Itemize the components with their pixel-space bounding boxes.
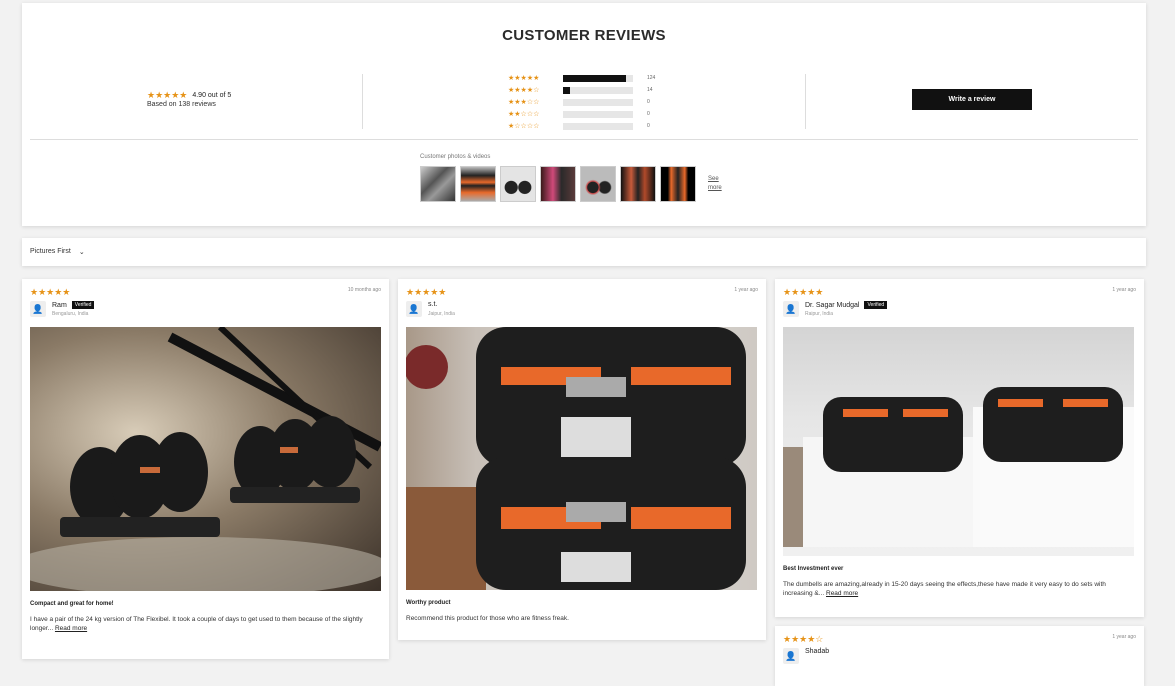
histogram-bar [563, 86, 633, 94]
photo-thumbnail[interactable] [540, 166, 576, 202]
sort-label: Pictures First [30, 248, 71, 255]
photo-thumbnail[interactable] [420, 166, 456, 202]
histogram-row[interactable]: ★★★★☆ 14 [508, 84, 655, 96]
user-icon: 👤 [30, 301, 46, 317]
review-card: ★★★★★ 10 months ago 👤 Ram Verified Bengal… [22, 279, 389, 659]
review-title: Best Investment ever [783, 566, 844, 572]
photo-thumbnail[interactable] [460, 166, 496, 202]
histogram-bar [563, 98, 633, 106]
customer-photos-label: Customer photos & videos [420, 154, 491, 160]
photo-thumbnail[interactable] [660, 166, 696, 202]
see-more-link[interactable]: See more [708, 175, 728, 193]
reviewer-location: Bengaluru, India [52, 311, 89, 317]
average-rating: ★★★★★ 4.90 out of 5 [147, 90, 231, 101]
chevron-down-icon: ⌄ [78, 249, 85, 256]
histogram-bar-fill [563, 86, 570, 94]
histogram-bar [563, 122, 633, 130]
photo-thumbnail[interactable] [620, 166, 656, 202]
histogram-stars: ★★★★☆ [508, 87, 540, 94]
review-stars: ★★★★★ [30, 287, 71, 297]
histogram-stars: ★★★☆☆ [508, 99, 540, 106]
read-more-link[interactable]: Read more [55, 625, 87, 632]
rating-histogram: ★★★★★ 124 ★★★★☆ 14 ★★★☆☆ 0 ★★☆☆☆ 0 ★☆☆☆☆… [508, 72, 655, 132]
page-title: CUSTOMER REVIEWS [502, 27, 666, 44]
histogram-count: 0 [647, 99, 650, 105]
reviewer-location: Raipur, India [805, 311, 834, 317]
histogram-bar-fill [563, 74, 626, 82]
review-date: 1 year ago [1112, 287, 1136, 293]
review-body: I have a pair of the 24 kg version of Th… [30, 615, 381, 633]
photo-thumbnail[interactable] [580, 166, 616, 202]
histogram-row[interactable]: ★★★☆☆ 0 [508, 96, 655, 108]
histogram-stars: ★☆☆☆☆ [508, 123, 540, 130]
histogram-count: 0 [647, 123, 650, 129]
sort-bar: Pictures First ⌄ [22, 238, 1146, 266]
divider [805, 74, 806, 129]
review-card: ★★★★☆ 1 year ago 👤 Shadab [775, 626, 1144, 686]
review-card: ★★★★★ 1 year ago 👤 Dr. Sagar Mudgal Verif… [775, 279, 1144, 617]
review-text: Recommend this product for those who are… [406, 615, 569, 622]
histogram-count: 124 [647, 75, 656, 81]
review-photo[interactable] [406, 327, 757, 590]
verified-badge: Verified [864, 301, 888, 309]
histogram-stars: ★★☆☆☆ [508, 111, 540, 118]
histogram-row[interactable]: ★☆☆☆☆ 0 [508, 120, 655, 132]
review-date: 1 year ago [734, 287, 758, 293]
read-more-link[interactable]: Read more [826, 590, 858, 597]
review-title: Compact and great for home! [30, 601, 114, 607]
sort-dropdown[interactable]: Pictures First ⌄ [30, 248, 85, 256]
review-card: ★★★★★ 1 year ago 👤 s.t. Jaipur, India Wo… [398, 279, 766, 640]
review-date: 1 year ago [1112, 634, 1136, 640]
histogram-bar [563, 74, 633, 82]
write-review-button[interactable]: Write a review [912, 89, 1032, 110]
histogram-stars: ★★★★★ [508, 75, 540, 82]
review-body: The dumbells are amazing,already in 15-2… [783, 580, 1136, 598]
verified-badge: Verified [71, 301, 95, 309]
dumbbell-photo-illustration [30, 327, 381, 591]
histogram-count: 14 [647, 87, 653, 93]
average-stars: ★★★★★ [147, 90, 188, 100]
divider [362, 74, 363, 129]
review-date: 10 months ago [347, 287, 381, 293]
reviewer-name: s.t. [428, 301, 438, 308]
review-photo[interactable] [783, 327, 1134, 556]
reviews-summary-card: CUSTOMER REVIEWS ★★★★★ 4.90 out of 5 Bas… [22, 3, 1146, 226]
reviewer-name: Ram [52, 301, 67, 309]
user-icon: 👤 [783, 301, 799, 317]
reviewer-location: Jaipur, India [428, 311, 455, 317]
reviewer-name: Dr. Sagar Mudgal [805, 301, 860, 309]
user-icon: 👤 [406, 301, 422, 317]
review-photo[interactable] [30, 327, 381, 591]
review-count: Based on 138 reviews [147, 101, 216, 108]
dumbbell-photo-illustration [783, 387, 1134, 547]
histogram-count: 0 [647, 111, 650, 117]
photo-thumbnails [420, 166, 696, 202]
review-title: Worthy product [406, 600, 451, 606]
review-stars: ★★★★★ [783, 287, 824, 297]
review-stars: ★★★★★ [406, 287, 447, 297]
review-stars: ★★★★☆ [783, 634, 824, 644]
dumbbell-photo-illustration [406, 327, 746, 590]
histogram-row[interactable]: ★★☆☆☆ 0 [508, 108, 655, 120]
photo-thumbnail[interactable] [500, 166, 536, 202]
histogram-bar [563, 110, 633, 118]
user-icon: 👤 [783, 648, 799, 664]
divider [30, 139, 1138, 140]
review-body: Recommend this product for those who are… [406, 614, 758, 623]
histogram-row[interactable]: ★★★★★ 124 [508, 72, 655, 84]
average-text: 4.90 out of 5 [192, 92, 232, 99]
